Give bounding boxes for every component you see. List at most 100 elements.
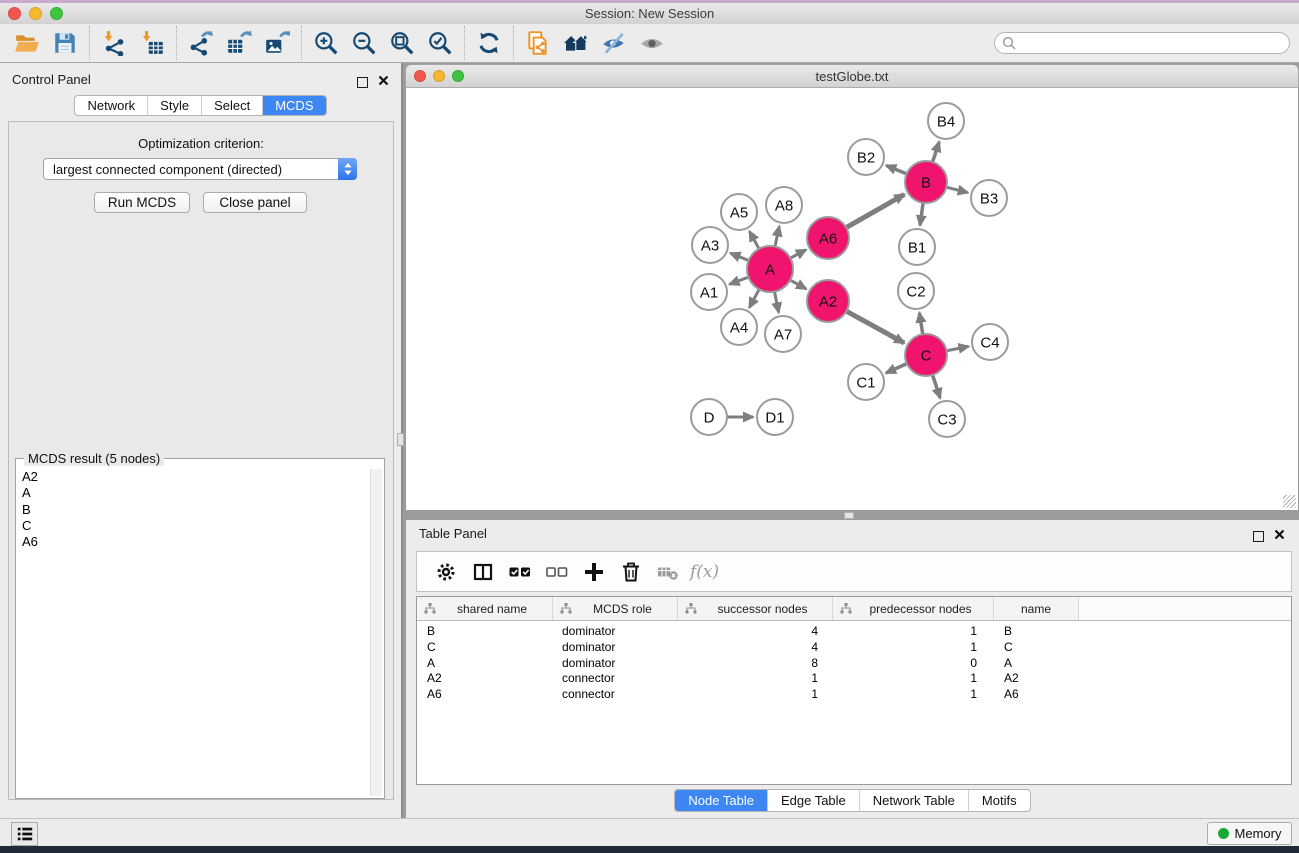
node-B3[interactable]: B3 [971,180,1007,216]
result-list-item[interactable]: A6 [18,534,370,550]
eye-slash-icon[interactable] [595,26,633,60]
edge-C-C2[interactable] [919,313,922,335]
delete-table-icon[interactable] [649,557,686,587]
edge-A2-C[interactable] [846,311,904,343]
close-panel-icon[interactable] [1274,527,1285,545]
edge-A-A6[interactable] [790,250,806,258]
add-column-icon[interactable] [575,557,612,587]
edge-C-C4[interactable] [947,346,969,350]
result-list-item[interactable]: B [18,502,370,518]
clone-network-icon[interactable] [519,26,557,60]
column-header-shared-name[interactable]: shared name [417,597,553,621]
save-session-icon[interactable] [46,26,84,60]
node-D1[interactable]: D1 [757,399,793,435]
vertical-splitter-grip[interactable] [397,433,404,446]
memory-button[interactable]: Memory [1207,822,1292,845]
horizontal-splitter-grip[interactable] [844,512,854,519]
tab-node-table[interactable]: Node Table [675,790,767,811]
column-header-mcds-role[interactable]: MCDS role [553,597,678,621]
node-A4[interactable]: A4 [721,309,757,345]
result-list-item[interactable]: A2 [18,469,370,485]
edge-B-B2[interactable] [886,165,906,173]
homes-icon[interactable] [557,26,595,60]
network-canvas[interactable]: B4B2BB3A8A5A6A3B1AC2A1A2A4A7C4CC1C3DD1 [405,88,1299,511]
edge-A-A8[interactable] [775,226,779,246]
edge-C-C3[interactable] [933,375,941,398]
edge-A6-B[interactable] [846,194,904,227]
edge-A-A5[interactable] [750,231,760,248]
tab-style[interactable]: Style [147,96,201,115]
node-D[interactable]: D [691,399,727,435]
edge-A-A4[interactable] [749,289,759,307]
import-table-icon[interactable] [133,26,171,60]
table-row[interactable]: Adominator80A [417,656,1291,672]
edge-A-A1[interactable] [730,277,749,284]
zoom-out-icon[interactable] [345,26,383,60]
node-B1[interactable]: B1 [899,229,935,265]
export-table-icon[interactable] [220,26,258,60]
show-column-panel-icon[interactable] [464,557,501,587]
node-A2[interactable]: A2 [807,280,849,322]
import-network-icon[interactable] [95,26,133,60]
node-A1[interactable]: A1 [691,274,727,310]
deselect-all-checkboxes-icon[interactable] [538,557,575,587]
node-C1[interactable]: C1 [848,364,884,400]
float-panel-icon[interactable] [357,77,368,88]
edge-B-B3[interactable] [946,187,967,192]
tab-motifs[interactable]: Motifs [968,790,1030,811]
result-list-item[interactable]: C [18,518,370,534]
select-all-checkboxes-icon[interactable] [501,557,538,587]
node-A7[interactable]: A7 [765,316,801,352]
tab-network-table[interactable]: Network Table [859,790,968,811]
node-B2[interactable]: B2 [848,139,884,175]
delete-columns-icon[interactable] [612,557,649,587]
close-panel-button[interactable]: Close panel [203,192,307,213]
function-builder-icon[interactable]: f(x) [686,562,719,582]
table-row[interactable]: Cdominator41C [417,640,1291,656]
node-A3[interactable]: A3 [692,227,728,263]
tab-select[interactable]: Select [201,96,262,115]
node-B4[interactable]: B4 [928,103,964,139]
float-panel-icon[interactable] [1253,531,1264,542]
run-mcds-button[interactable]: Run MCDS [94,192,190,213]
network-graph[interactable]: B4B2BB3A8A5A6A3B1AC2A1A2A4A7C4CC1C3DD1 [406,88,1298,509]
eye-icon[interactable] [633,26,671,60]
zoom-fit-icon[interactable] [383,26,421,60]
close-panel-icon[interactable] [378,73,389,91]
table-row[interactable]: A6connector11A6 [417,687,1291,703]
node-A5[interactable]: A5 [721,194,757,230]
criterion-select[interactable]: largest connected component (directed) [43,158,357,180]
node-C3[interactable]: C3 [929,401,965,437]
column-header-name[interactable]: name [994,597,1079,621]
node-B[interactable]: B [905,161,947,203]
edge-B-B1[interactable] [920,203,923,225]
node-C[interactable]: C [905,334,947,376]
open-session-icon[interactable] [8,26,46,60]
search-input[interactable] [994,32,1290,54]
tab-mcds[interactable]: MCDS [262,96,325,115]
zoom-in-icon[interactable] [307,26,345,60]
node-C4[interactable]: C4 [972,324,1008,360]
task-history-button[interactable] [11,822,38,846]
column-header-predecessor-nodes[interactable]: predecessor nodes [833,597,994,621]
edge-A-A3[interactable] [730,253,748,260]
tab-edge-table[interactable]: Edge Table [767,790,859,811]
zoom-selected-icon[interactable] [421,26,459,60]
network-window-titlebar[interactable]: testGlobe.txt [405,64,1299,88]
result-scrollbar[interactable] [370,469,382,796]
node-A8[interactable]: A8 [766,187,802,223]
column-header-successor-nodes[interactable]: successor nodes [678,597,833,621]
settings-gear-icon[interactable] [427,557,464,587]
edge-B-B4[interactable] [933,142,940,162]
node-C2[interactable]: C2 [898,273,934,309]
export-network-icon[interactable] [182,26,220,60]
table-row[interactable]: Bdominator41B [417,624,1291,640]
window-resize-grip[interactable] [1283,495,1296,508]
edge-C-C1[interactable] [886,364,907,373]
edge-A-A2[interactable] [790,280,806,289]
node-A[interactable]: A [747,246,793,292]
export-image-icon[interactable] [258,26,296,60]
tab-network[interactable]: Network [75,96,147,115]
refresh-layout-icon[interactable] [470,26,508,60]
result-list-item[interactable]: A [18,485,370,501]
